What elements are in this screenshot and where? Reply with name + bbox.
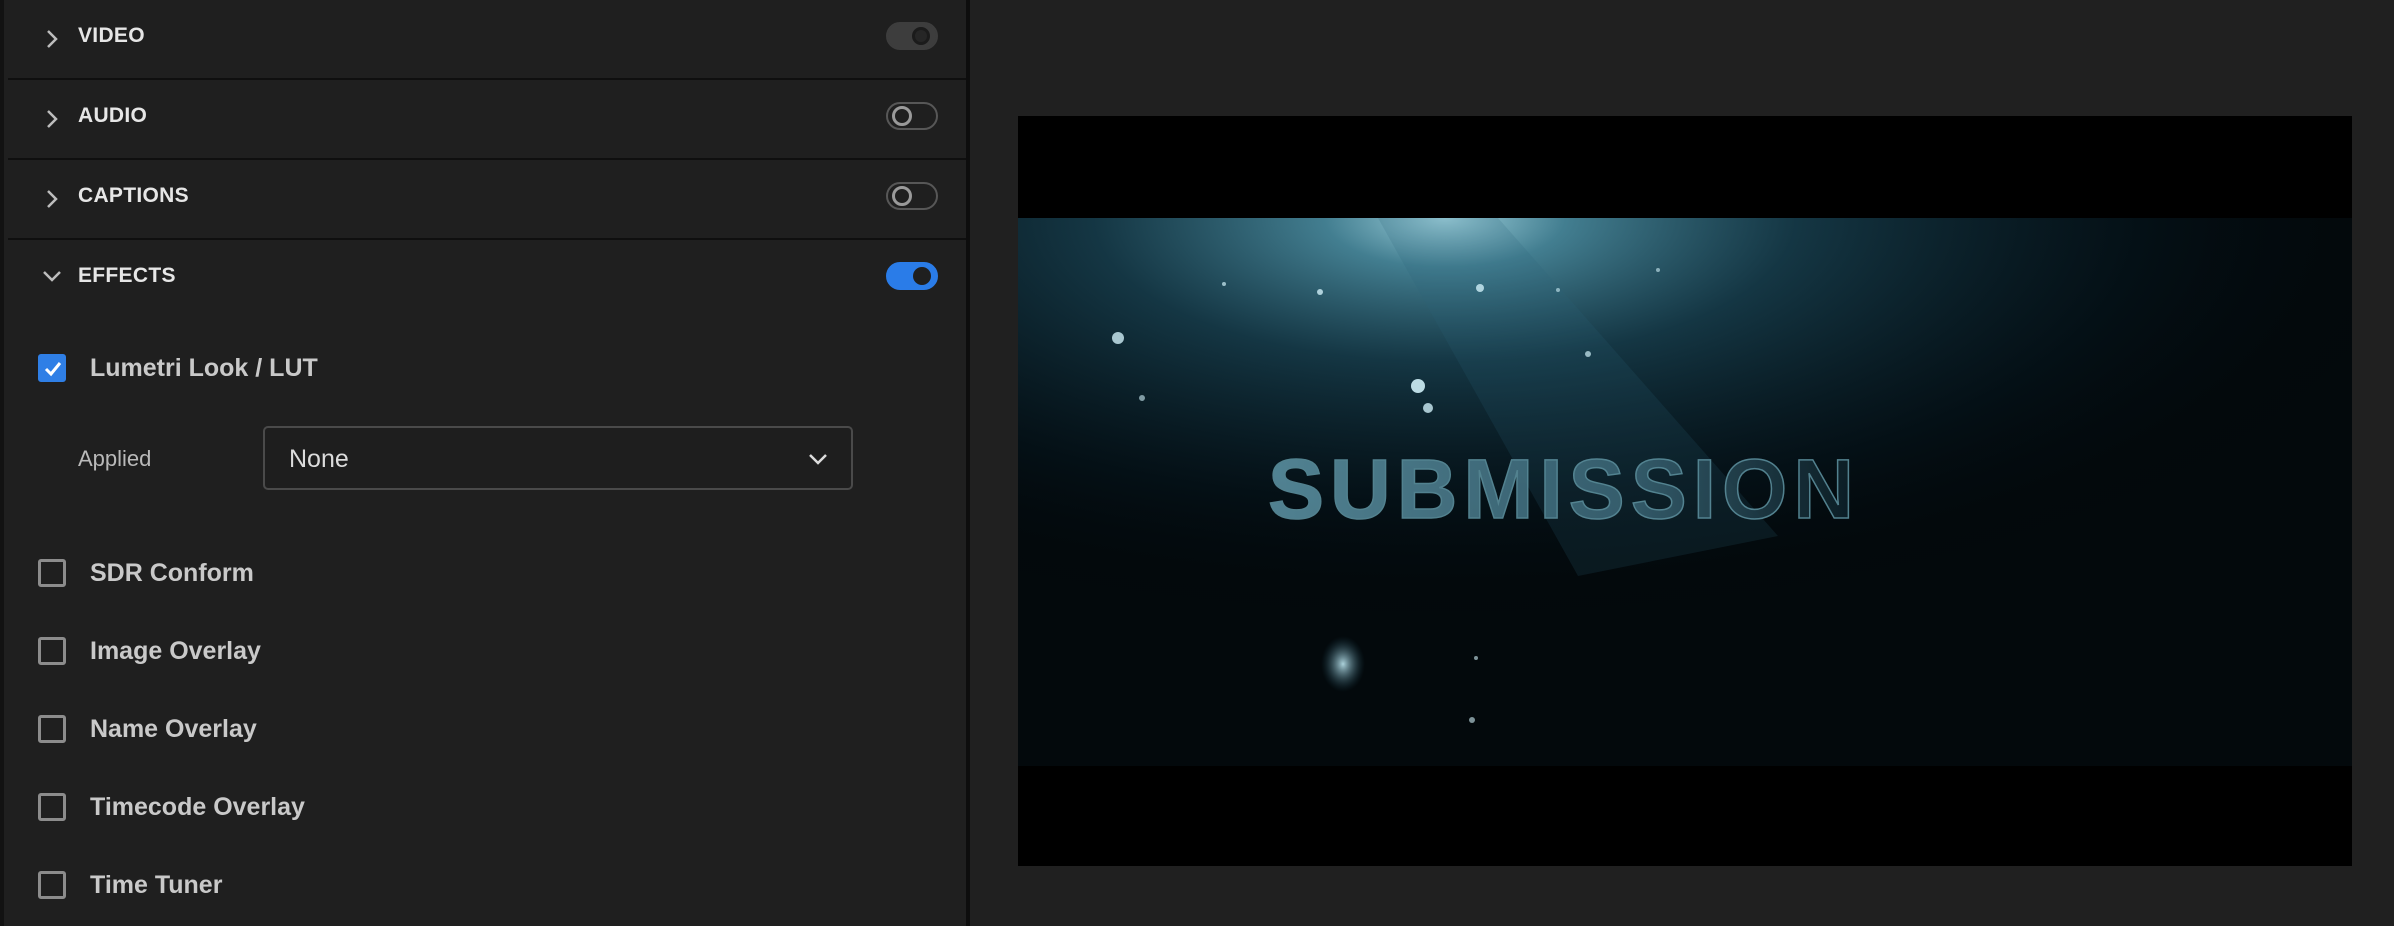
effect-label: SDR Conform	[90, 558, 254, 587]
effect-label: Name Overlay	[90, 714, 257, 743]
toggle-knob	[892, 186, 912, 206]
effect-label: Image Overlay	[90, 636, 261, 665]
chevron-down-icon[interactable]	[38, 262, 66, 290]
effect-row-sdr-conform[interactable]: SDR Conform	[38, 557, 254, 589]
video-frame-image: SUBMISSION	[1018, 116, 2352, 866]
toggle-knob	[892, 106, 912, 126]
captions-toggle[interactable]	[886, 182, 938, 210]
lumetri-checkbox[interactable]	[38, 354, 66, 382]
effect-row-time-tuner[interactable]: Time Tuner	[38, 869, 222, 901]
effect-row-timecode-overlay[interactable]: Timecode Overlay	[38, 791, 305, 823]
chevron-right-icon[interactable]	[38, 105, 66, 133]
section-title-captions: CAPTIONS	[78, 184, 189, 207]
chevron-right-icon[interactable]	[38, 25, 66, 53]
image-overlay-checkbox[interactable]	[38, 637, 66, 665]
section-title-video: VIDEO	[78, 24, 145, 47]
lumetri-row[interactable]: Lumetri Look / LUT	[38, 352, 318, 384]
effect-label: Time Tuner	[90, 870, 223, 899]
video-toggle[interactable]	[886, 22, 938, 50]
audio-toggle[interactable]	[886, 102, 938, 130]
effect-row-image-overlay[interactable]: Image Overlay	[38, 635, 261, 667]
name-overlay-checkbox[interactable]	[38, 715, 66, 743]
time-tuner-checkbox[interactable]	[38, 871, 66, 899]
export-settings-panel: VIDEO AUDIO CAPTIONS EFFECTS Lumetri Loo	[0, 0, 970, 926]
chevron-right-icon[interactable]	[38, 185, 66, 213]
timecode-overlay-checkbox[interactable]	[38, 793, 66, 821]
lumetri-label: Lumetri Look / LUT	[90, 353, 318, 382]
applied-label: Applied	[78, 446, 152, 471]
dropdown-value: None	[289, 445, 349, 473]
effects-toggle[interactable]	[886, 262, 938, 290]
video-preview-frame: SUBMISSION	[1018, 116, 2352, 866]
frame-title-text: SUBMISSION	[1268, 442, 1860, 536]
lut-applied-dropdown[interactable]: None	[263, 426, 853, 490]
section-title-audio: AUDIO	[78, 104, 148, 127]
section-effects[interactable]: EFFECTS	[8, 240, 970, 320]
toggle-knob	[912, 27, 930, 45]
section-captions[interactable]: CAPTIONS	[8, 160, 970, 240]
effect-label: Timecode Overlay	[90, 792, 305, 821]
section-title-effects: EFFECTS	[78, 264, 176, 287]
section-video[interactable]: VIDEO	[8, 0, 970, 80]
chevron-down-icon	[809, 454, 827, 465]
section-audio[interactable]: AUDIO	[8, 80, 970, 160]
sdr-conform-checkbox[interactable]	[38, 559, 66, 587]
effect-row-name-overlay[interactable]: Name Overlay	[38, 713, 257, 745]
toggle-knob	[913, 267, 931, 285]
checkmark-icon	[44, 362, 62, 377]
